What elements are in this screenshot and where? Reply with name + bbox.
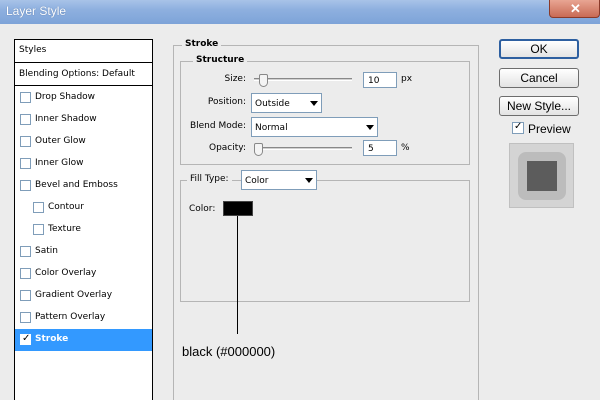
size-input[interactable]: 10 <box>363 72 397 88</box>
style-item-satin[interactable]: Satin <box>15 241 152 263</box>
position-value: Outside <box>255 99 290 109</box>
position-select[interactable]: Outside <box>251 93 322 113</box>
annotation-label: black (#000000) <box>182 344 276 359</box>
inner-shadow-checkbox[interactable] <box>20 114 31 125</box>
title-bar: Layer Style ✕ <box>0 0 600 24</box>
style-item-texture[interactable]: Texture <box>15 219 152 241</box>
opacity-label: Opacity: <box>209 143 246 153</box>
style-item-inner-shadow[interactable]: Inner Shadow <box>15 109 152 131</box>
annotation-line <box>237 216 238 334</box>
check-icon: ✓ <box>22 333 31 344</box>
style-item-label: Stroke <box>35 334 69 344</box>
style-item-label: Inner Glow <box>35 158 84 168</box>
style-item-label: Contour <box>48 202 84 212</box>
preview-stroke-shape <box>518 152 566 200</box>
chevron-down-icon <box>366 125 374 130</box>
structure-title: Structure <box>193 55 248 65</box>
style-item-pattern-overlay[interactable]: Pattern Overlay <box>15 307 152 329</box>
opacity-unit: % <box>401 143 410 153</box>
position-label: Position: <box>207 97 246 107</box>
stroke-section-title: Stroke <box>182 39 222 49</box>
close-button[interactable]: ✕ <box>549 0 600 18</box>
texture-checkbox[interactable] <box>33 224 44 235</box>
blending-options-item[interactable]: Blending Options: Default <box>15 64 152 86</box>
size-slider-thumb[interactable] <box>259 74 268 87</box>
style-item-label: Texture <box>48 224 81 234</box>
ok-button[interactable]: OK <box>499 39 579 59</box>
style-item-contour[interactable]: Contour <box>15 197 152 219</box>
style-item-outer-glow[interactable]: Outer Glow <box>15 131 152 153</box>
style-item-label: Bevel and Emboss <box>35 180 118 190</box>
outer-glow-checkbox[interactable] <box>20 136 31 147</box>
chevron-down-icon <box>305 178 313 183</box>
fill-type-select[interactable]: Color <box>241 170 317 190</box>
new-style-button[interactable]: New Style... <box>499 96 579 116</box>
opacity-slider-track[interactable] <box>254 147 352 150</box>
color-label: Color: <box>189 204 216 214</box>
preview-checkbox[interactable]: ✓ <box>512 121 524 134</box>
fill-type-label: Fill Type: <box>187 174 232 184</box>
pattern-overlay-checkbox[interactable] <box>20 312 31 323</box>
style-item-label: Outer Glow <box>35 136 86 146</box>
inner-glow-checkbox[interactable] <box>20 158 31 169</box>
style-item-stroke[interactable]: ✓ Stroke <box>15 329 152 351</box>
styles-header[interactable]: Styles <box>15 40 152 63</box>
color-overlay-checkbox[interactable] <box>20 268 31 279</box>
blending-options-label: Blending Options: Default <box>19 69 135 79</box>
check-icon: ✓ <box>514 121 523 132</box>
style-item-bevel-and-emboss[interactable]: Bevel and Emboss <box>15 175 152 197</box>
stroke-color-swatch[interactable] <box>223 201 253 216</box>
style-item-color-overlay[interactable]: Color Overlay <box>15 263 152 285</box>
styles-list: Styles Blending Options: Default Drop Sh… <box>14 39 153 400</box>
style-item-label: Inner Shadow <box>35 114 97 124</box>
style-item-label: Gradient Overlay <box>35 290 113 300</box>
preview-fill-shape <box>527 161 557 191</box>
style-item-label: Pattern Overlay <box>35 312 106 322</box>
blend-mode-label: Blend Mode: <box>189 121 246 131</box>
gradient-overlay-checkbox[interactable] <box>20 290 31 301</box>
size-unit: px <box>401 74 413 84</box>
stroke-checkbox[interactable]: ✓ <box>20 333 31 345</box>
opacity-slider-thumb[interactable] <box>254 143 263 156</box>
close-icon: ✕ <box>570 1 581 16</box>
size-slider-track[interactable] <box>254 78 352 81</box>
fill-type-group <box>180 180 470 302</box>
preview-label: Preview <box>528 122 571 136</box>
style-item-label: Satin <box>35 246 58 256</box>
style-item-gradient-overlay[interactable]: Gradient Overlay <box>15 285 152 307</box>
contour-checkbox[interactable] <box>33 202 44 213</box>
blend-mode-value: Normal <box>255 123 288 133</box>
chevron-down-icon <box>310 101 318 106</box>
preview-thumbnail <box>509 143 574 208</box>
window-title: Layer Style <box>6 4 67 18</box>
style-item-label: Color Overlay <box>35 268 97 278</box>
style-item-inner-glow[interactable]: Inner Glow <box>15 153 152 175</box>
size-label: Size: <box>224 74 246 84</box>
style-item-label: Drop Shadow <box>35 92 96 102</box>
fill-type-value: Color <box>245 176 269 186</box>
bevel-and-emboss-checkbox[interactable] <box>20 180 31 191</box>
satin-checkbox[interactable] <box>20 246 31 257</box>
blend-mode-select[interactable]: Normal <box>251 117 378 137</box>
style-item-drop-shadow[interactable]: Drop Shadow <box>15 87 152 109</box>
cancel-button[interactable]: Cancel <box>499 68 579 88</box>
drop-shadow-checkbox[interactable] <box>20 92 31 103</box>
opacity-input[interactable]: 5 <box>363 140 397 156</box>
